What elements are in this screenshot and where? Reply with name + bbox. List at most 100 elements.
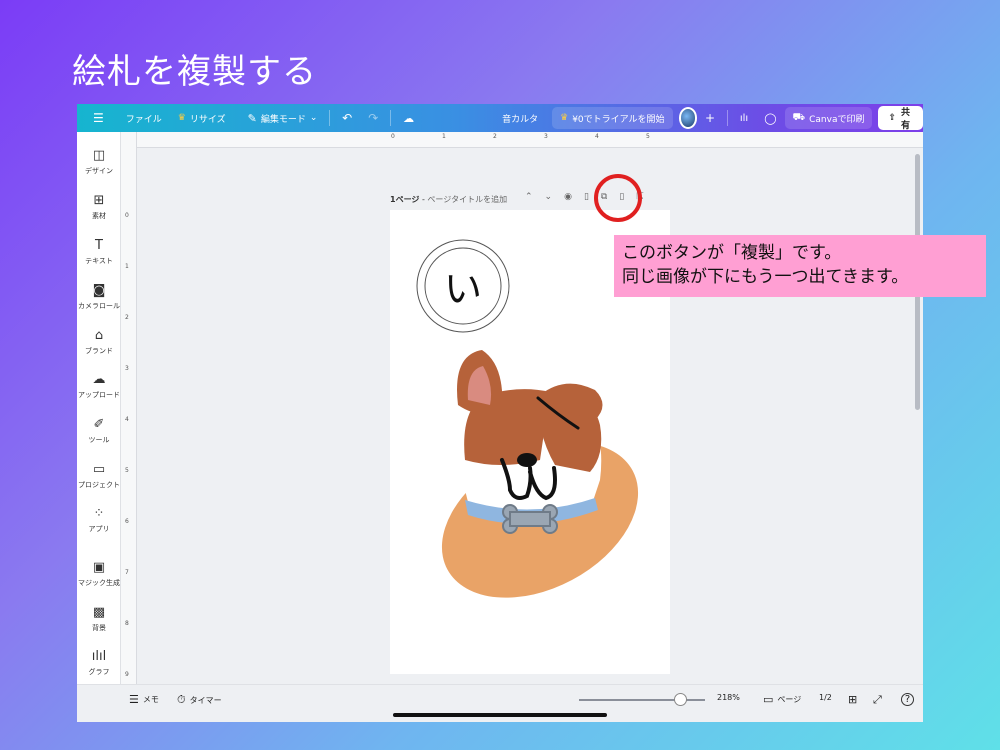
callout-box: このボタンが「複製」です。 同じ画像が下にもう一つ出てきます。 bbox=[614, 235, 986, 297]
menu-button[interactable]: ☰ bbox=[77, 111, 118, 125]
plus-icon: + bbox=[705, 111, 716, 125]
crown-icon: ♛ bbox=[177, 113, 186, 123]
home-indicator bbox=[393, 713, 607, 717]
grid-icon: ⊞ bbox=[848, 693, 858, 706]
sidebar-item-chart[interactable]: ılıl グラフ bbox=[77, 649, 121, 677]
sidebar-item-background[interactable]: ▩ 背景 bbox=[77, 605, 121, 633]
ruler-tick-label: 1 bbox=[442, 133, 446, 140]
cloud-save-button[interactable]: ☁ bbox=[395, 112, 422, 125]
notes-icon: ☰ bbox=[129, 693, 139, 706]
ruler-tick-label: 5 bbox=[125, 467, 129, 474]
highlight-circle bbox=[594, 174, 642, 222]
slide-title: 絵札を複製する bbox=[72, 52, 317, 92]
ruler-tick-label: 1 bbox=[125, 263, 129, 270]
callout-line-1: このボタンが「複製」です。 bbox=[622, 243, 842, 263]
chevron-up-icon[interactable]: ⌃ bbox=[525, 192, 533, 202]
file-menu[interactable]: ファイル bbox=[118, 112, 170, 125]
redo-icon: ↷ bbox=[368, 111, 379, 125]
canva-app-window: ☰ ファイル ♛ リサイズ ✎ 編集モード ⌄ ↶ ↷ ☁ 音カルタ ♛ ¥0で… bbox=[77, 104, 923, 722]
eye-icon[interactable]: ◉ bbox=[564, 192, 572, 202]
tools-icon: ✐ bbox=[93, 417, 105, 432]
left-sidebar: ◫ デザイン ⊞ 素材 T テキスト ◙ カメラロール ⌂ ブランド ☁ アップ… bbox=[77, 132, 121, 722]
page-count: 1/2 bbox=[819, 693, 832, 702]
divider bbox=[329, 110, 331, 126]
comment-icon: ◯ bbox=[764, 111, 777, 125]
share-button[interactable]: ⇪ 共有 bbox=[878, 106, 923, 131]
sidebar-item-upload[interactable]: ☁ アップロード bbox=[77, 372, 121, 400]
brand-icon: ⌂ bbox=[94, 328, 104, 343]
help-button[interactable]: ? bbox=[901, 693, 914, 706]
ruler-tick-label: 4 bbox=[125, 416, 129, 423]
undo-icon: ↶ bbox=[342, 111, 353, 125]
ruler-tick-label: 2 bbox=[125, 314, 129, 321]
dog-illustration bbox=[441, 350, 639, 598]
hamburger-icon: ☰ bbox=[93, 111, 104, 125]
sidebar-item-apps[interactable]: ⁘ アプリ bbox=[77, 506, 121, 534]
lock-icon[interactable]: ▯ bbox=[584, 192, 589, 202]
sidebar-item-elements[interactable]: ⊞ 素材 bbox=[77, 193, 121, 221]
pages-button[interactable]: ▭ ページ bbox=[763, 693, 801, 706]
comment-button[interactable]: ◯ bbox=[756, 112, 784, 125]
sidebar-item-text[interactable]: T テキスト bbox=[77, 238, 121, 266]
pencil-icon: ✎ bbox=[247, 111, 257, 125]
ruler-left: 0 1 2 3 4 5 6 7 8 9 bbox=[121, 132, 137, 692]
callout-line-2: 同じ画像が下にもう一つ出てきます。 bbox=[622, 267, 909, 287]
chevron-down-icon[interactable]: ⌄ bbox=[545, 192, 553, 202]
sidebar-item-tools[interactable]: ✐ ツール bbox=[77, 417, 121, 445]
ruler-tick-label: 0 bbox=[391, 133, 395, 140]
camera-icon: ◙ bbox=[92, 283, 106, 298]
add-collaborator-button[interactable]: + bbox=[697, 111, 723, 125]
page-title-separator: - bbox=[419, 194, 428, 204]
apps-icon: ⁘ bbox=[93, 506, 105, 521]
ruler-tick-label: 7 bbox=[125, 569, 129, 576]
zoom-level[interactable]: 218% bbox=[717, 693, 740, 702]
timer-button[interactable]: ⏱ タイマー bbox=[177, 693, 222, 707]
ruler-tick-label: 2 bbox=[493, 133, 497, 140]
ruler-tick-label: 0 bbox=[125, 212, 129, 219]
truck-icon: ⛟ bbox=[792, 111, 806, 123]
print-button[interactable]: ⛟ Canvaで印刷 bbox=[784, 107, 873, 129]
start-trial-button[interactable]: ♛ ¥0でトライアルを開始 bbox=[552, 107, 673, 129]
ruler-top: 0 1 2 3 4 5 bbox=[137, 132, 923, 148]
edit-mode-dropdown[interactable]: ✎ 編集モード ⌄ bbox=[234, 112, 326, 125]
sidebar-item-brand[interactable]: ⌂ ブランド bbox=[77, 328, 121, 356]
ruler-tick-label: 3 bbox=[544, 133, 548, 140]
sidebar-item-design[interactable]: ◫ デザイン bbox=[77, 148, 121, 176]
bar-chart-icon: ılı bbox=[739, 112, 749, 124]
folder-icon: ▭ bbox=[92, 462, 106, 477]
undo-button[interactable]: ↶ bbox=[334, 111, 360, 125]
grid-view-button[interactable]: ⊞ bbox=[848, 693, 857, 706]
elements-icon: ⊞ bbox=[93, 193, 105, 208]
page-title-input[interactable]: ページタイトルを追加 bbox=[427, 194, 507, 205]
background-icon: ▩ bbox=[92, 605, 106, 620]
page-number: 1ページ bbox=[390, 194, 420, 204]
help-icon: ? bbox=[901, 693, 914, 706]
memo-button[interactable]: ☰ メモ bbox=[129, 693, 159, 706]
ruler-tick-label: 5 bbox=[646, 133, 650, 140]
sidebar-item-camera-roll[interactable]: ◙ カメラロール bbox=[77, 283, 121, 311]
redo-button[interactable]: ↷ bbox=[360, 111, 386, 125]
divider bbox=[390, 110, 392, 126]
top-toolbar: ☰ ファイル ♛ リサイズ ✎ 編集モード ⌄ ↶ ↷ ☁ 音カルタ ♛ ¥0で… bbox=[77, 104, 923, 132]
expand-icon: ⤢ bbox=[873, 693, 882, 706]
chart-icon: ılıl bbox=[91, 649, 107, 664]
sidebar-item-projects[interactable]: ▭ プロジェクト bbox=[77, 462, 121, 490]
ruler-tick-label: 9 bbox=[125, 671, 129, 678]
zoom-slider-handle[interactable] bbox=[673, 693, 687, 706]
cloud-check-icon: ☁ bbox=[403, 111, 415, 125]
timer-icon: ⏱ bbox=[177, 693, 186, 706]
pages-icon: ▭ bbox=[763, 693, 774, 706]
avatar[interactable] bbox=[678, 107, 697, 129]
sidebar-item-magic[interactable]: ▣ マジック生成 bbox=[77, 560, 121, 588]
divider bbox=[727, 110, 728, 126]
magic-icon: ▣ bbox=[92, 560, 106, 575]
zoom-slider[interactable] bbox=[579, 693, 705, 706]
crown-icon: ♛ bbox=[560, 113, 569, 123]
design-icon: ◫ bbox=[92, 148, 106, 163]
resize-button[interactable]: ♛ リサイズ bbox=[170, 112, 234, 125]
hiragana-glyph: い bbox=[444, 267, 482, 311]
insights-button[interactable]: ılı bbox=[732, 113, 756, 124]
ruler-tick-label: 8 bbox=[125, 620, 129, 627]
fullscreen-button[interactable]: ⤢ bbox=[873, 693, 882, 707]
document-title[interactable]: 音カルタ bbox=[494, 112, 546, 125]
